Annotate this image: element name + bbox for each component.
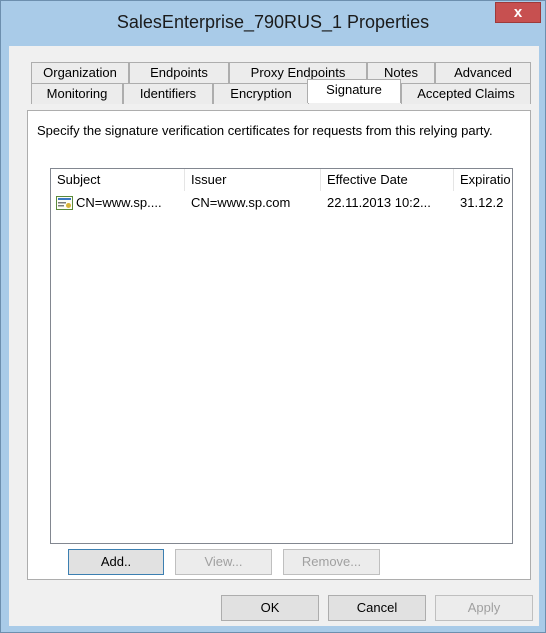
tab-identifiers[interactable]: Identifiers [123, 83, 213, 104]
ok-button[interactable]: OK [221, 595, 319, 621]
tab-endpoints[interactable]: Endpoints [129, 62, 229, 83]
apply-button[interactable]: Apply [435, 595, 533, 621]
certificate-icon [56, 196, 73, 210]
close-button[interactable]: x [495, 2, 541, 23]
add-button[interactable]: Add.. [68, 549, 164, 575]
cert-issuer-cell[interactable]: CN=www.sp.com [191, 194, 319, 212]
window-title: SalesEnterprise_790RUS_1 Properties [116, 12, 430, 32]
tab-advanced[interactable]: Advanced [435, 62, 531, 83]
view-button[interactable]: View... [175, 549, 272, 575]
tab-accepted-claims[interactable]: Accepted Claims [401, 83, 531, 104]
certificate-list[interactable]: Subject Issuer Effective Date Expiratio … [50, 168, 513, 544]
signature-description: Specify the signature verification certi… [37, 123, 493, 138]
cert-subject-cell[interactable]: CN=www.sp.... [76, 194, 182, 212]
remove-button[interactable]: Remove... [283, 549, 380, 575]
tab-monitoring[interactable]: Monitoring [31, 83, 123, 104]
title-bar[interactable]: SalesEnterprise_790RUS_1 Properties x [1, 1, 545, 45]
column-header-issuer[interactable]: Issuer [185, 169, 321, 191]
cert-expiration-cell[interactable]: 31.12.2 [460, 194, 512, 212]
properties-dialog: SalesEnterprise_790RUS_1 Properties x Or… [0, 0, 546, 633]
cert-effective-date-cell[interactable]: 22.11.2013 10:2... [327, 194, 452, 212]
tab-signature[interactable]: Signature [307, 79, 401, 103]
column-header-effective-date[interactable]: Effective Date [321, 169, 454, 191]
column-header-expiration[interactable]: Expiratio [454, 169, 512, 191]
tab-encryption[interactable]: Encryption [213, 83, 309, 104]
cancel-button[interactable]: Cancel [328, 595, 426, 621]
column-header-subject[interactable]: Subject [51, 169, 185, 191]
tab-organization[interactable]: Organization [31, 62, 129, 83]
